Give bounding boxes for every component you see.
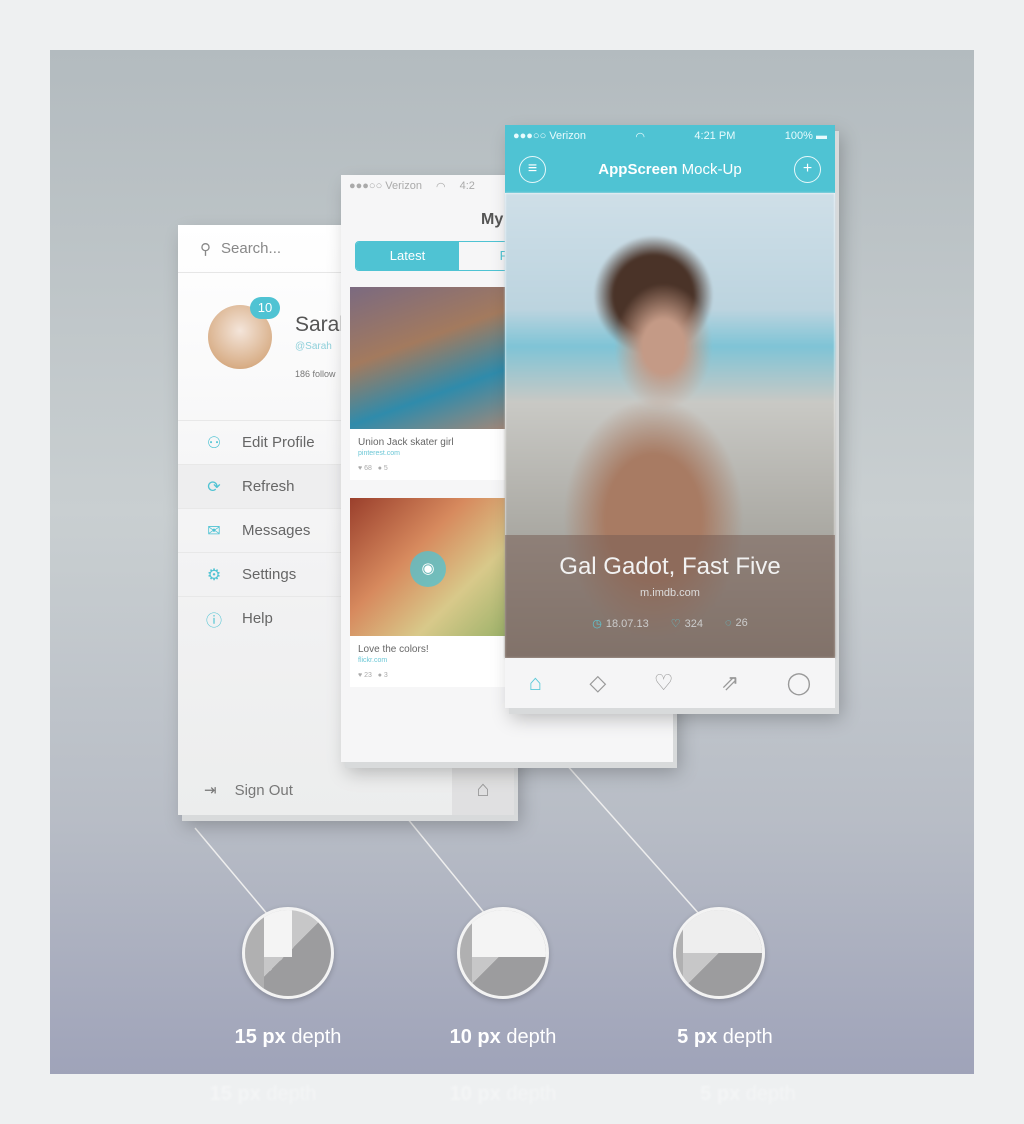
mail-icon: ✉	[207, 522, 221, 540]
tab-latest[interactable]: Latest	[356, 242, 459, 270]
depth-15-indicator	[242, 907, 334, 999]
followers-count: 186 follow	[295, 369, 336, 379]
card-meta: ♥ 23 ● 3	[358, 672, 388, 679]
add-button[interactable]: +	[793, 155, 821, 183]
tab-bar: ⌂ ◇ ♡ ⇗ ◯	[505, 658, 835, 708]
comment-icon: ◌	[724, 617, 732, 629]
sign-out-icon: ⇥	[204, 782, 217, 799]
card-link[interactable]: flickr.com	[350, 657, 505, 664]
photo-caption: Gal Gadot, Fast Five m.imdb.com ◷ 18.07.1…	[505, 535, 835, 658]
screen-title: My	[481, 211, 504, 228]
chat-icon[interactable]: ◯	[787, 670, 812, 696]
battery-icon: ▬	[815, 130, 827, 142]
clock-icon: ◷	[592, 618, 602, 630]
date: ◷ 18.07.13	[592, 618, 649, 630]
home-icon[interactable]: ⌂	[529, 670, 542, 696]
gear-icon: ⚙	[206, 566, 222, 584]
menu-button[interactable]: ≡	[519, 155, 546, 183]
feed-card[interactable]: Union Jack skater girl pinterest.com ♥ 6…	[350, 287, 505, 480]
status-bar: ●●●○○ Verizon ◠ 4:21 PM 100% ▬	[513, 130, 827, 143]
search-icon: ⚲	[200, 240, 211, 258]
heart-icon: ♡	[670, 618, 681, 630]
heart-icon[interactable]: ♡	[654, 670, 674, 696]
wifi-icon: ◠	[635, 130, 645, 143]
refresh-icon: ⟳	[207, 478, 221, 496]
app-header: ●●●○○ Verizon ◠ 4:21 PM 100% ▬ ≡ AppScreen …	[505, 125, 835, 193]
help-icon: ⓘ	[205, 612, 222, 630]
depth-label-reflection: 10 px depth	[449, 1083, 557, 1105]
depth-5-indicator	[673, 907, 765, 999]
depth-label-5: 5 px depth	[677, 1026, 773, 1048]
source-link[interactable]: m.imdb.com	[505, 587, 835, 599]
profile-handle: @Sarah	[295, 341, 332, 352]
depth-10-indicator	[457, 907, 549, 999]
comments[interactable]: ◌ 26	[725, 617, 748, 630]
front-detail-screen: ●●●○○ Verizon ◠ 4:21 PM 100% ▬ ≡ AppScreen …	[505, 125, 835, 708]
camera-icon[interactable]: ◉	[410, 551, 446, 587]
hamburger-icon: ≡	[527, 159, 538, 177]
plus-icon: +	[802, 159, 813, 177]
tag-icon[interactable]: ◇	[589, 670, 606, 696]
feed-card[interactable]: Love the colors! flickr.com ♥ 23 ● 3	[350, 498, 505, 687]
profile-name: Saral	[295, 313, 345, 336]
card-link[interactable]: pinterest.com	[350, 450, 505, 457]
share-icon[interactable]: ⇗	[721, 670, 739, 696]
card-meta: ♥ 68 ● 5	[358, 465, 388, 472]
home-button[interactable]: ⌂	[452, 763, 514, 815]
user-icon: ⚇	[206, 434, 222, 452]
likes[interactable]: ♡ 324	[671, 617, 703, 630]
notification-badge: 10	[250, 297, 280, 319]
depth-label-15: 15 px depth	[234, 1026, 342, 1048]
wifi-icon: ◠	[435, 180, 446, 193]
depth-label-reflection: 5 px depth	[700, 1083, 796, 1105]
home-icon: ⌂	[476, 776, 490, 801]
depth-label-10: 10 px depth	[449, 1026, 557, 1048]
sign-out-button[interactable]: ⇥ Sign Out	[204, 781, 293, 800]
card-image	[350, 287, 505, 429]
app-title: AppScreen Mock-Up	[598, 160, 742, 178]
depth-label-reflection: 15 px depth	[209, 1083, 317, 1105]
